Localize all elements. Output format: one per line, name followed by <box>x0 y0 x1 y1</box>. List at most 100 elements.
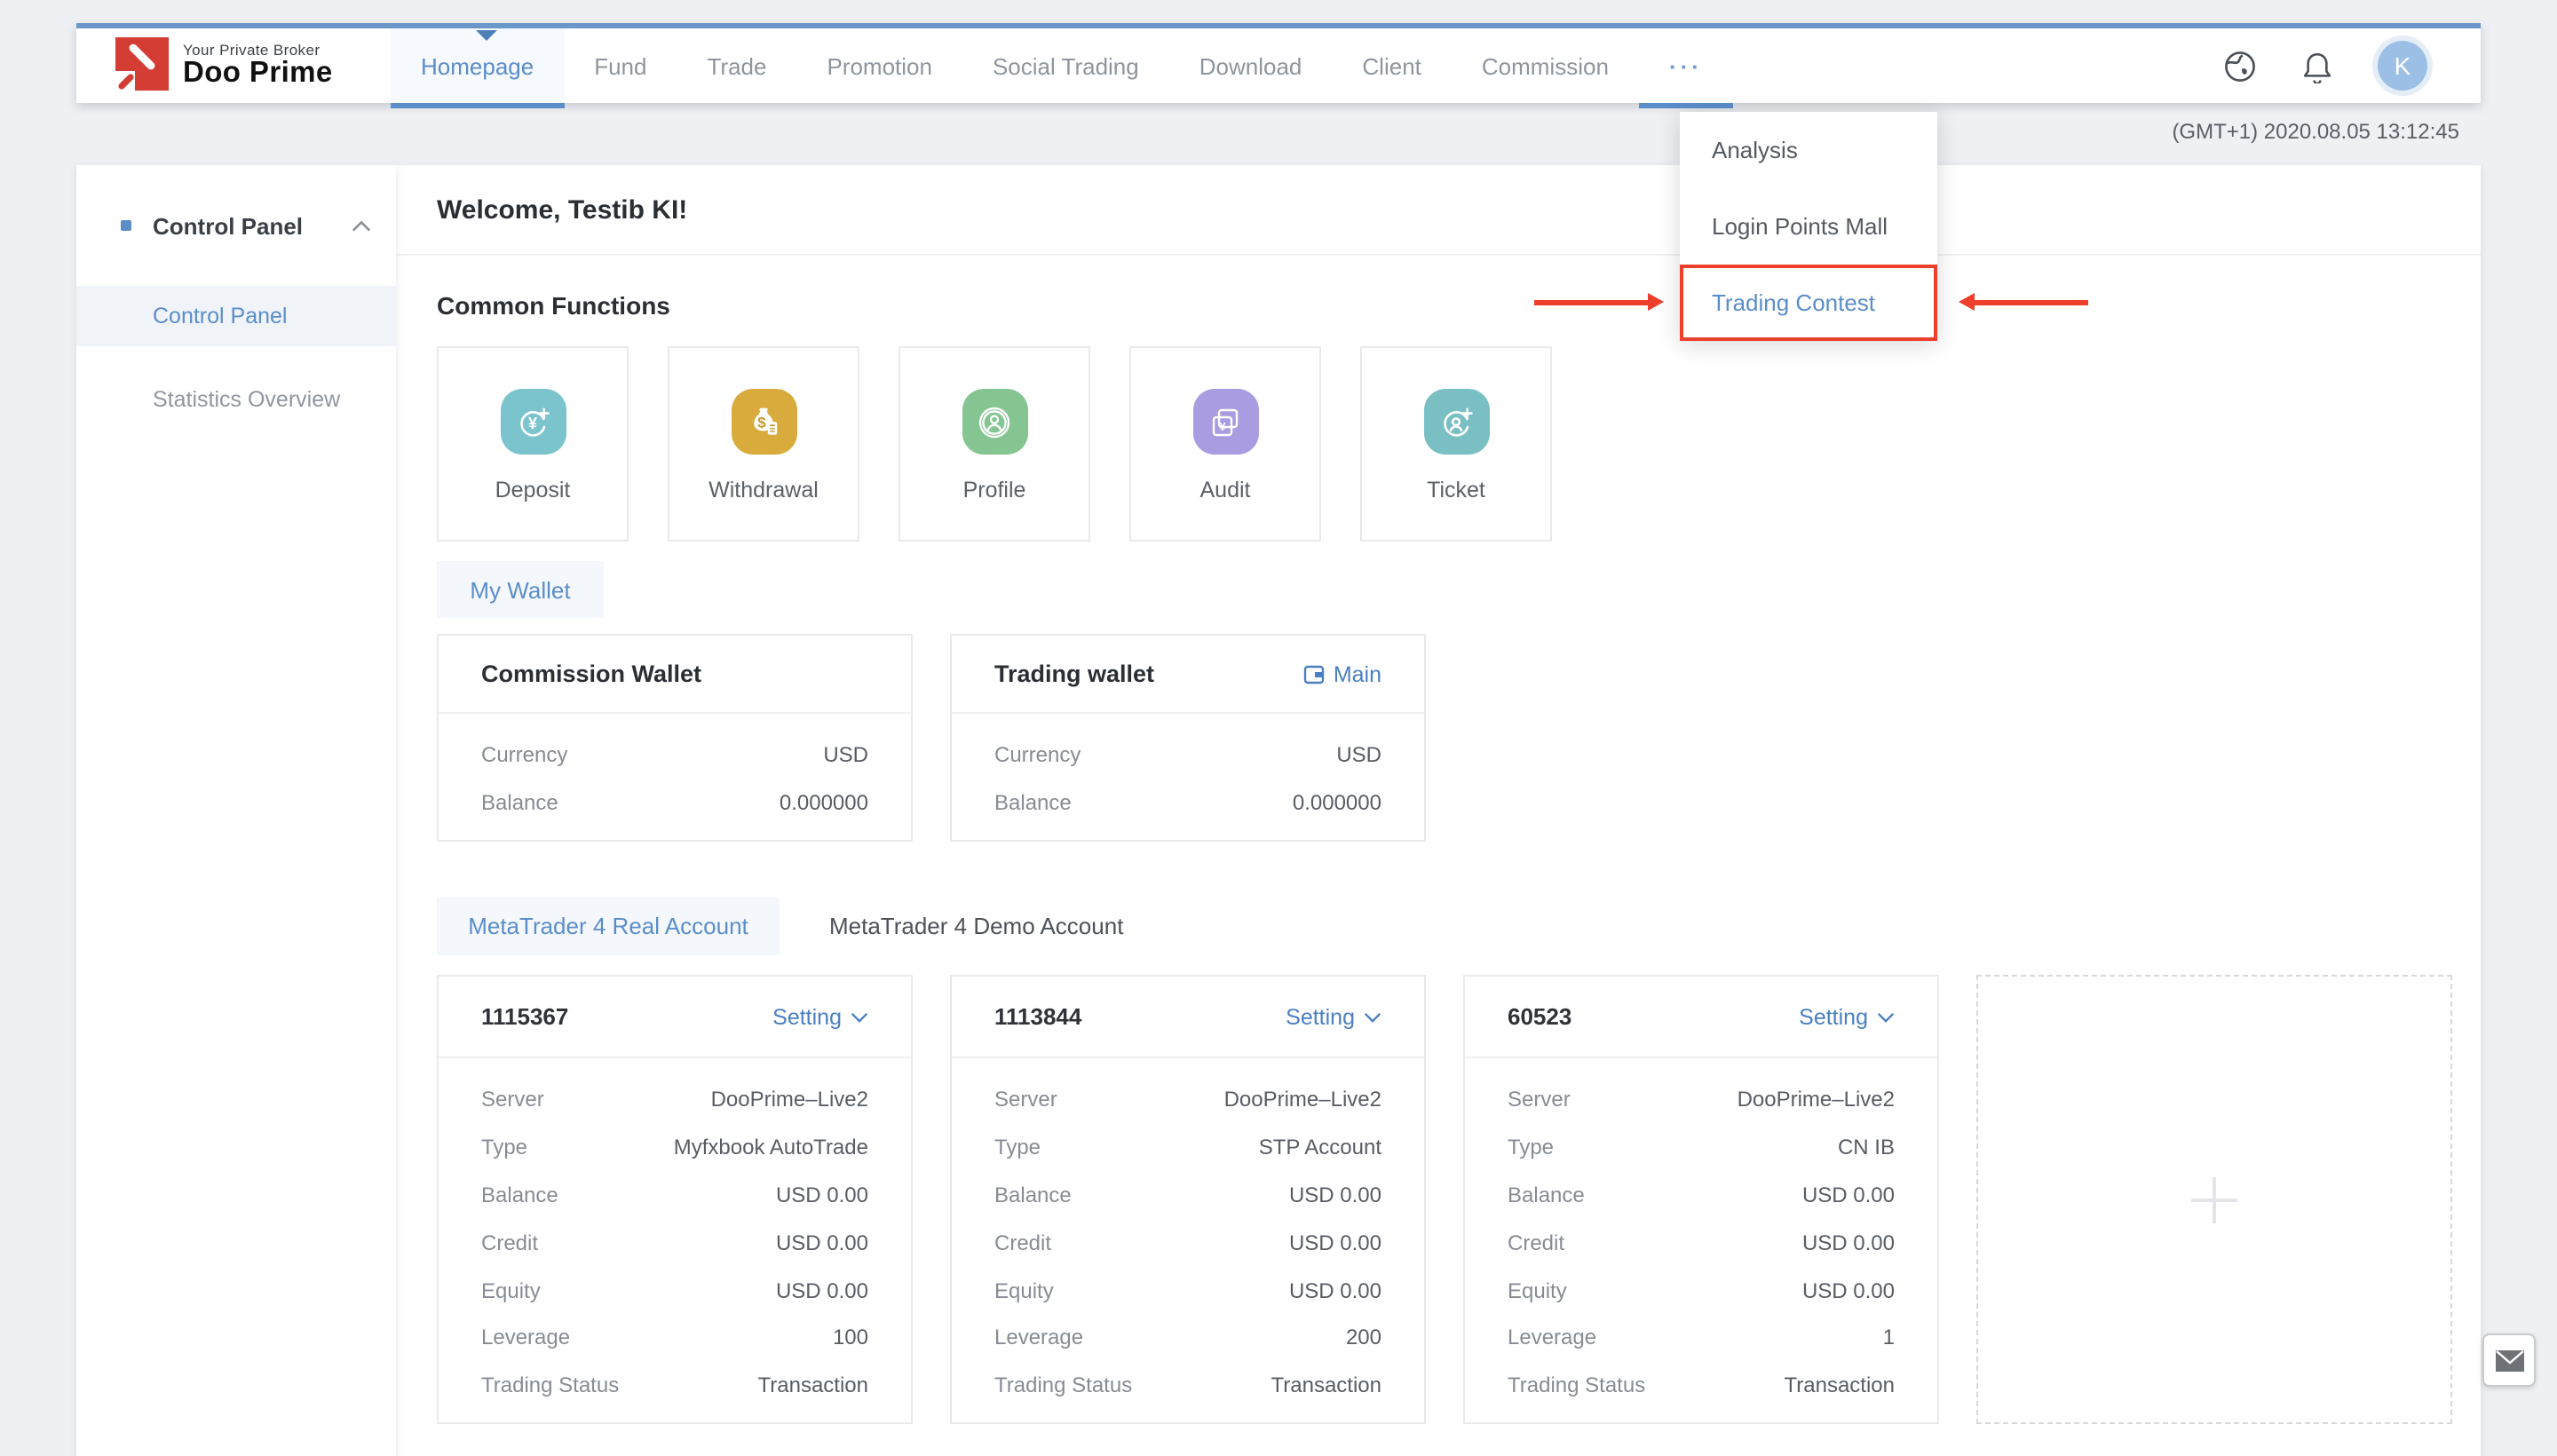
account-row-balance: Balance USD 0.00 <box>481 1171 868 1219</box>
add-account-card[interactable] <box>1976 975 2452 1424</box>
row-label: Server <box>1508 1088 1571 1112</box>
account-row-equity: EquityUSD 0.00 <box>1508 1266 1895 1314</box>
divider <box>396 254 2481 256</box>
account-row-balance: BalanceUSD 0.00 <box>994 1171 1381 1219</box>
row-label: Balance <box>994 1183 1072 1207</box>
account-row-credit: CreditUSD 0.00 <box>994 1219 1381 1267</box>
account-row-leverage: Leverage1 <box>1508 1314 1895 1362</box>
sidebar-item-statistics-overview[interactable]: Statistics Overview <box>76 369 396 430</box>
row-value: 200 <box>1346 1325 1381 1350</box>
brand-logo[interactable]: Your Private Broker Doo Prime <box>115 37 333 91</box>
notification-bell-icon[interactable] <box>2300 48 2335 83</box>
row-label: Type <box>994 1135 1041 1159</box>
bullet-icon <box>121 220 131 231</box>
wallet-icon <box>1303 663 1325 684</box>
account-cards-row: 1115367 Setting ServerDooPrime–Live2 Typ… <box>437 975 2452 1424</box>
brand-text: Your Private Broker Doo Prime <box>183 40 333 88</box>
sidebar-section-control-panel[interactable]: Control Panel <box>76 165 396 286</box>
row-value: 0.000000 <box>1293 790 1381 815</box>
account-card-60523: 60523 Setting ServerDooPrime–Live2 TypeC… <box>1463 975 1939 1424</box>
row-value: 100 <box>833 1325 868 1350</box>
account-row-credit: CreditUSD 0.00 <box>481 1219 868 1267</box>
row-value: USD 0.00 <box>1802 1278 1895 1302</box>
commission-wallet-card: Commission Wallet Currency USD Balance 0… <box>437 634 913 842</box>
sidebar-section-title: Control Panel <box>153 212 352 239</box>
account-row-credit: CreditUSD 0.00 <box>1508 1219 1895 1267</box>
setting-dropdown-button[interactable]: Setting <box>1286 1004 1381 1029</box>
account-row-server: ServerDooPrime–Live2 <box>481 1076 868 1124</box>
function-label: Withdrawal <box>709 478 819 502</box>
row-label: Balance <box>481 1183 558 1207</box>
setting-dropdown-button[interactable]: Setting <box>772 1004 868 1029</box>
account-row-equity: EquityUSD 0.00 <box>994 1266 1381 1314</box>
page-root: Your Private Broker Doo Prime Homepage F… <box>0 0 2557 1456</box>
nav-item-client[interactable]: Client <box>1332 28 1452 103</box>
menu-item-login-points-mall[interactable]: Login Points Mall <box>1680 188 1937 265</box>
nav-item-promotion[interactable]: Promotion <box>796 28 962 103</box>
setting-label: Setting <box>1799 1004 1868 1029</box>
function-card-deposit[interactable]: ¥ Deposit <box>437 346 629 542</box>
tab-mt4-real-account[interactable]: MetaTrader 4 Real Account <box>437 897 780 955</box>
function-card-profile[interactable]: Profile <box>899 346 1090 542</box>
function-card-audit[interactable]: ¥ Audit <box>1129 346 1321 542</box>
account-row-server: ServerDooPrime–Live2 <box>994 1076 1381 1124</box>
row-value: Myfxbook AutoTrade <box>674 1135 868 1159</box>
row-label: Leverage <box>994 1325 1083 1350</box>
common-functions-title: Common Functions <box>437 291 670 320</box>
account-number: 1115367 <box>481 1003 568 1030</box>
row-value: USD 0.00 <box>776 1278 868 1302</box>
function-label: Ticket <box>1427 478 1485 502</box>
setting-label: Setting <box>772 1004 842 1029</box>
wallet-card-title: Commission Wallet <box>481 661 701 687</box>
nav-item-download[interactable]: Download <box>1169 28 1333 103</box>
row-label: Server <box>481 1088 544 1112</box>
nav-item-commission[interactable]: Commission <box>1452 28 1639 103</box>
sidebar-item-control-panel[interactable]: Control Panel <box>76 286 396 346</box>
row-value: USD 0.00 <box>1289 1230 1381 1255</box>
language-globe-icon[interactable] <box>2221 48 2257 83</box>
row-value: 1 <box>1883 1325 1895 1350</box>
setting-dropdown-button[interactable]: Setting <box>1799 1004 1895 1029</box>
sidebar: Control Panel Control Panel Statistics O… <box>76 165 396 1456</box>
account-number: 1113844 <box>994 1003 1081 1030</box>
svg-text:¥: ¥ <box>1219 419 1226 432</box>
envelope-icon <box>2494 1349 2524 1372</box>
row-value: DooPrime–Live2 <box>1224 1088 1381 1112</box>
account-row-equity: EquityUSD 0.00 <box>481 1266 868 1314</box>
menu-item-trading-contest[interactable]: Trading Contest <box>1680 265 1937 341</box>
menu-item-analysis[interactable]: Analysis <box>1680 112 1937 188</box>
svg-text:$: $ <box>757 414 766 431</box>
plus-icon <box>2191 1176 2237 1223</box>
tab-mt4-demo-account[interactable]: MetaTrader 4 Demo Account <box>804 897 1148 955</box>
account-row-trading-status: Trading StatusTransaction <box>481 1362 868 1410</box>
tab-my-wallet[interactable]: My Wallet <box>437 561 604 618</box>
account-row-type: TypeCN IB <box>1508 1124 1895 1172</box>
user-avatar[interactable]: K <box>2378 41 2427 91</box>
nav-item-trade[interactable]: Trade <box>677 28 797 103</box>
account-row-server: ServerDooPrime–Live2 <box>1508 1076 1895 1124</box>
deposit-icon: ¥ <box>500 389 566 455</box>
nav-item-social-trading[interactable]: Social Trading <box>962 28 1169 103</box>
svg-text:¥: ¥ <box>528 414 537 431</box>
row-value: USD 0.00 <box>776 1230 868 1255</box>
function-card-withdrawal[interactable]: $ Withdrawal <box>668 346 859 542</box>
main-wallet-link[interactable]: Main <box>1303 661 1381 686</box>
nav-item-more-menu[interactable]: ··· <box>1639 28 1733 103</box>
more-menu-dropdown: Analysis Login Points Mall Trading Conte… <box>1680 112 1937 341</box>
nav-item-fund[interactable]: Fund <box>564 28 677 103</box>
function-label: Profile <box>963 478 1026 502</box>
row-value: USD 0.00 <box>776 1183 868 1207</box>
account-card-1113844: 1113844 Setting ServerDooPrime–Live2 Typ… <box>950 975 1426 1424</box>
chevron-up-icon <box>352 219 371 232</box>
main-navigation: Homepage Fund Trade Promotion Social Tra… <box>391 28 1733 103</box>
server-timestamp: (GMT+1) 2020.08.05 13:12:45 <box>2172 119 2459 144</box>
account-row-trading-status: Trading StatusTransaction <box>994 1362 1381 1410</box>
chevron-down-icon <box>851 1011 868 1022</box>
account-row-type: TypeMyfxbook AutoTrade <box>481 1124 868 1172</box>
function-card-ticket[interactable]: Ticket <box>1360 346 1552 542</box>
row-value: USD <box>823 743 868 768</box>
annotation-arrow-right <box>1975 300 2088 305</box>
feedback-mail-button[interactable] <box>2482 1333 2536 1387</box>
brand-name: Doo Prime <box>183 58 333 88</box>
row-value: Transaction <box>1785 1373 1896 1397</box>
